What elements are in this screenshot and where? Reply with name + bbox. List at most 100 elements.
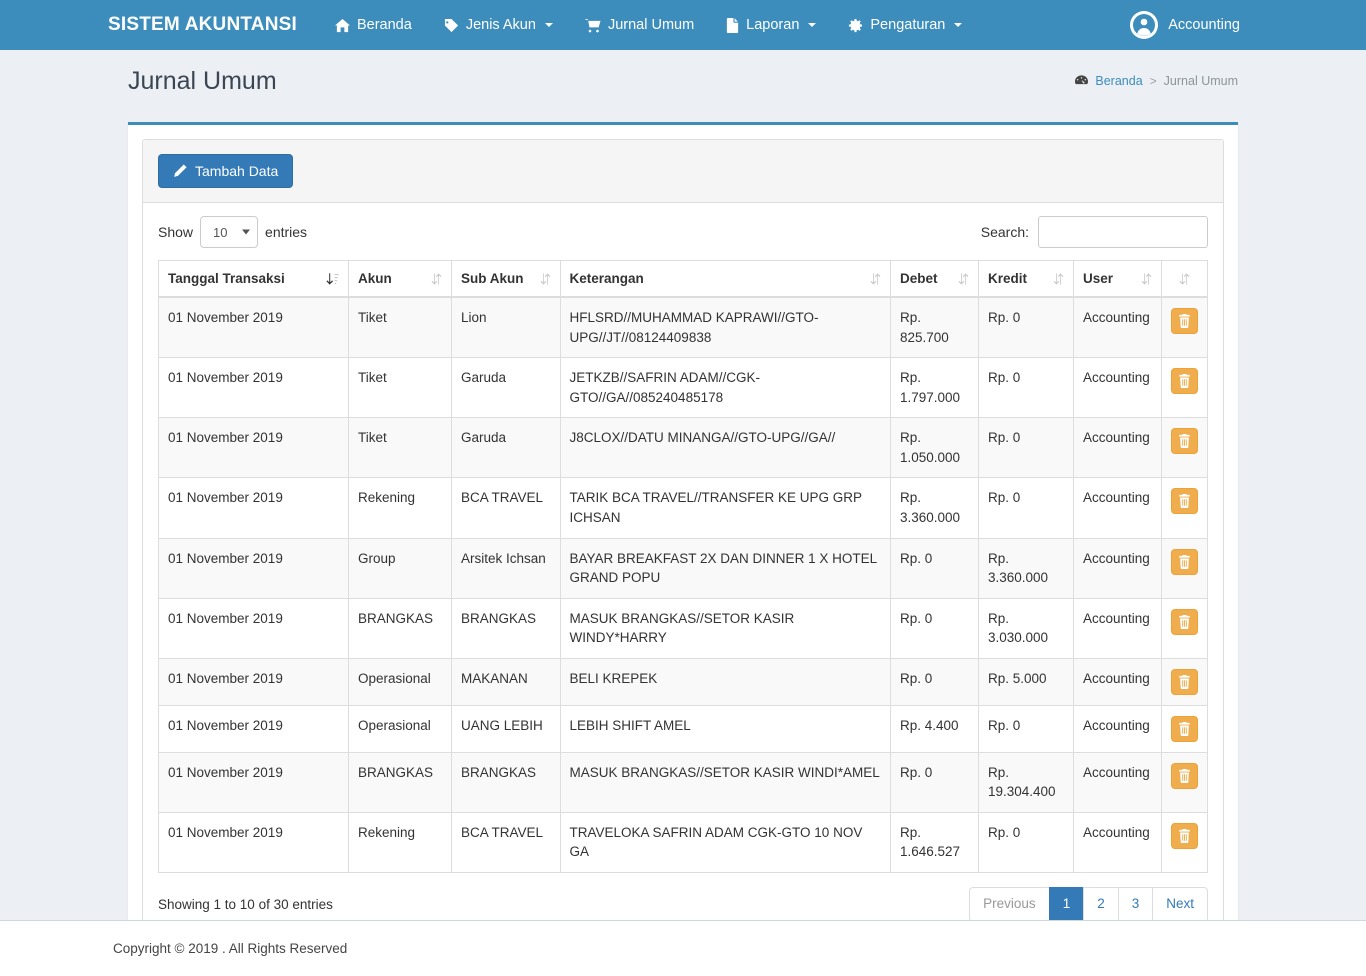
col-header-action[interactable] — [1161, 260, 1208, 298]
breadcrumb-current: Jurnal Umum — [1163, 74, 1238, 88]
table-row: 01 November 2019 Operasional UANG LEBIH LEB… — [158, 704, 1208, 753]
search-label: Search: — [980, 224, 1029, 240]
delete-row-button[interactable] — [1171, 762, 1198, 789]
pagination-page-1[interactable]: 1 — [1048, 887, 1084, 922]
table-row: 01 November 2019 Rekening BCA TRAVEL TARIK … — [158, 477, 1208, 539]
cell-akun: Tiket — [348, 357, 452, 419]
col-label-sub-akun: Sub Akun — [461, 271, 524, 286]
nav-item-pengaturan[interactable]: Pengaturan — [832, 0, 978, 50]
search-input[interactable] — [1038, 216, 1208, 248]
cell-action — [1161, 296, 1208, 359]
breadcrumb-separator: > — [1149, 74, 1157, 88]
cell-user: Accounting — [1073, 537, 1162, 599]
col-header-debet[interactable]: Debet — [890, 260, 979, 298]
cell-keterangan: BAYAR BREAKFAST 2X DAN DINNER 1 X HOTEL … — [559, 537, 891, 599]
nav-item-jenis-akun[interactable]: Jenis Akun — [428, 0, 569, 50]
col-label-keterangan: Keterangan — [569, 271, 644, 286]
search-control: Search: — [981, 216, 1208, 248]
cell-debet: Rp. 4.400 — [890, 704, 979, 753]
cell-debet: Rp. 1.646.527 — [890, 811, 979, 874]
gear-icon — [848, 18, 863, 33]
cell-action — [1161, 811, 1208, 874]
panel-heading: Tambah Data — [143, 140, 1223, 203]
nav-item-beranda[interactable]: Beranda — [319, 0, 428, 50]
cell-tanggal: 01 November 2019 — [158, 704, 349, 753]
breadcrumb-home-link[interactable]: Beranda — [1095, 74, 1142, 88]
add-data-button[interactable]: Tambah Data — [158, 154, 294, 188]
show-label: Show — [158, 224, 194, 240]
cell-action — [1161, 477, 1208, 539]
pagination-page-3[interactable]: 3 — [1117, 887, 1153, 922]
col-label-debet: Debet — [900, 271, 938, 286]
col-header-keterangan[interactable]: Keterangan — [559, 260, 891, 298]
cell-tanggal: 01 November 2019 — [158, 597, 349, 659]
delete-row-button[interactable] — [1171, 608, 1198, 635]
trash-icon — [1178, 314, 1191, 328]
cell-kredit: Rp. 19.304.400 — [978, 751, 1074, 813]
pagination-page-2[interactable]: 2 — [1083, 887, 1118, 922]
entries-length-control: Show 102550100 entries — [158, 216, 307, 248]
cell-user: Accounting — [1073, 477, 1162, 539]
cell-action — [1161, 751, 1208, 813]
cell-action — [1161, 597, 1208, 659]
cell-keterangan: MASUK BRANGKAS//SETOR KASIR WINDI*AMEL — [559, 751, 891, 813]
user-menu[interactable]: Accounting — [1124, 0, 1246, 50]
cell-kredit: Rp. 3.360.000 — [978, 537, 1074, 599]
pagination-next[interactable]: Next — [1152, 887, 1208, 922]
cell-kredit: Rp. 0 — [978, 417, 1074, 479]
cell-action — [1161, 357, 1208, 419]
entries-select[interactable]: 102550100 — [200, 216, 259, 248]
page-title: Jurnal Umum — [128, 67, 277, 95]
trash-icon — [1178, 434, 1191, 449]
delete-row-button[interactable] — [1171, 488, 1198, 515]
delete-row-button[interactable] — [1171, 548, 1198, 575]
delete-row-button[interactable] — [1171, 308, 1198, 334]
col-header-tanggal-transaksi[interactable]: Tanggal Transaksi — [158, 260, 349, 298]
navbar-menu: Beranda Jenis Akun Jurnal Umum Laporan P… — [319, 0, 978, 50]
cell-akun: Tiket — [348, 296, 452, 359]
entries-label: entries — [265, 224, 308, 240]
pagination-previous[interactable]: Previous — [969, 887, 1049, 922]
col-header-akun[interactable]: Akun — [348, 260, 452, 298]
cell-action — [1161, 417, 1208, 479]
cell-keterangan: TRAVELOKA SAFRIN ADAM CGK-GTO 10 NOV GA — [559, 811, 891, 874]
cell-debet: Rp. 3.360.000 — [890, 477, 979, 539]
trash-icon — [1178, 674, 1191, 689]
table-row: 01 November 2019 BRANGKAS BRANGKAS MASUK BR… — [158, 597, 1208, 659]
cell-sub-akun: Lion — [451, 296, 561, 359]
app-brand[interactable]: SISTEM AKUNTANSI — [108, 14, 297, 36]
table-row: 01 November 2019 Rekening BCA TRAVEL TRAVEL… — [158, 811, 1208, 874]
cell-sub-akun: Garuda — [451, 357, 561, 419]
nav-label-beranda: Beranda — [356, 17, 412, 33]
delete-row-button[interactable] — [1171, 428, 1198, 455]
col-header-user[interactable]: User — [1073, 260, 1162, 298]
datatable-controls: Show 102550100 entries Search: — [158, 216, 1208, 248]
col-header-sub-akun[interactable]: Sub Akun — [451, 260, 561, 298]
cell-akun: BRANGKAS — [348, 597, 452, 659]
nav-label-jurnal-umum: Jurnal Umum — [607, 17, 695, 33]
delete-row-button[interactable] — [1171, 668, 1198, 695]
cell-akun: BRANGKAS — [348, 751, 452, 813]
nav-item-laporan[interactable]: Laporan — [710, 0, 832, 50]
data-panel: Tambah Data Show 102550100 entries — [142, 139, 1224, 937]
col-label-kredit: Kredit — [988, 271, 1028, 286]
table-row: 01 November 2019 BRANGKAS BRANGKAS MASUK BR… — [158, 751, 1208, 813]
delete-row-button[interactable] — [1171, 822, 1198, 849]
nav-label-laporan: Laporan — [746, 17, 800, 33]
breadcrumb: Beranda > Jurnal Umum — [1075, 74, 1238, 88]
cell-sub-akun: MAKANAN — [451, 657, 561, 706]
cell-keterangan: MASUK BRANGKAS//SETOR KASIR WINDY*HARRY — [559, 597, 891, 659]
cell-debet: Rp. 0 — [890, 597, 979, 659]
nav-item-jurnal-umum[interactable]: Jurnal Umum — [569, 0, 710, 50]
delete-row-button[interactable] — [1171, 715, 1198, 742]
cell-kredit: Rp. 3.030.000 — [978, 597, 1074, 659]
cell-user: Accounting — [1073, 751, 1162, 813]
tag-icon — [444, 18, 459, 33]
journal-table: Tanggal Transaksi Akun Sub Akun Keterang… — [158, 260, 1208, 874]
cell-akun: Rekening — [348, 811, 452, 874]
trash-icon — [1178, 828, 1191, 843]
table-row: 01 November 2019 Operasional MAKANAN BELI K… — [158, 657, 1208, 706]
col-header-kredit[interactable]: Kredit — [978, 260, 1074, 298]
delete-row-button[interactable] — [1171, 368, 1198, 395]
dashboard-icon — [1075, 75, 1089, 87]
